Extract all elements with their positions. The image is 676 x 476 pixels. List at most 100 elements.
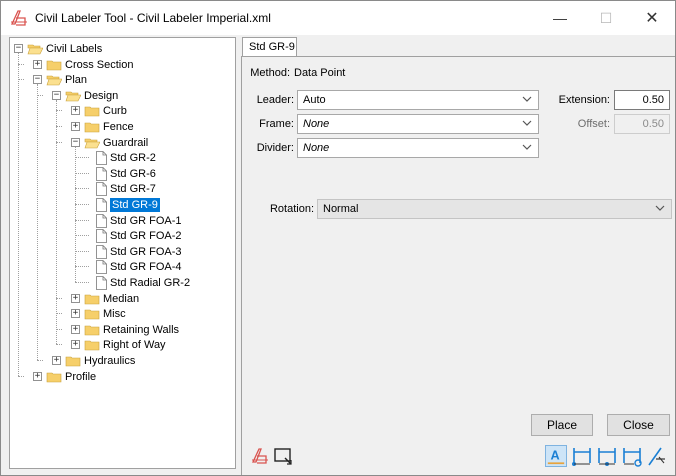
- tree-node[interactable]: Std GR FOA-4: [10, 259, 235, 275]
- offset-input[interactable]: 0.50: [614, 114, 670, 134]
- dimension-right-icon[interactable]: [621, 445, 643, 467]
- tree-node-label: Std Radial GR-2: [110, 277, 191, 289]
- tree-node-label: Std GR FOA-1: [110, 214, 182, 227]
- document-icon: [96, 166, 107, 181]
- expand-icon[interactable]: +: [71, 340, 80, 350]
- collapse-icon[interactable]: −: [71, 137, 80, 147]
- offset-label: Offset:: [577, 118, 610, 130]
- label-tree[interactable]: − Civil Labels + Cross Section − Plan − Design +…: [9, 37, 236, 469]
- folder-open-icon: [84, 138, 100, 148]
- collapse-icon[interactable]: −: [33, 75, 42, 85]
- extension-label: Extension:: [558, 94, 610, 106]
- labeler-window: Civil Labeler Tool - Civil Labeler Imper…: [0, 0, 676, 476]
- tree-node[interactable]: Std GR FOA-1: [10, 213, 235, 229]
- tree-node[interactable]: + Right of Way: [10, 337, 235, 353]
- tree-node[interactable]: + Misc: [10, 306, 235, 322]
- tree-node[interactable]: Std GR-7: [10, 181, 235, 197]
- tree-node[interactable]: + Fence: [10, 119, 235, 135]
- tree-node[interactable]: Std GR-9: [10, 197, 235, 213]
- tree-node-label: Curb: [103, 105, 127, 118]
- expand-icon[interactable]: +: [52, 356, 61, 365]
- minimize-button[interactable]: —: [537, 1, 583, 35]
- leader-dropdown[interactable]: Auto: [297, 90, 539, 110]
- leader-value: Auto: [303, 94, 326, 106]
- document-icon: [96, 182, 107, 197]
- folder-icon: [84, 341, 100, 351]
- close-window-button[interactable]: ✕: [629, 1, 675, 35]
- tree-node[interactable]: − Plan: [10, 72, 235, 88]
- document-icon: [96, 198, 107, 212]
- rotation-dropdown[interactable]: Normal: [317, 199, 672, 219]
- tree-node[interactable]: Std GR FOA-3: [10, 244, 235, 260]
- chevron-down-icon: [655, 205, 665, 211]
- rotation-value: Normal: [323, 203, 359, 215]
- tree-node[interactable]: Std GR-6: [10, 166, 235, 182]
- expand-icon[interactable]: +: [71, 122, 80, 131]
- tree-node[interactable]: − Guardrail: [10, 135, 235, 151]
- tree-node[interactable]: + Cross Section: [10, 57, 235, 73]
- folder-open-icon: [65, 91, 81, 102]
- dimension-between-icon[interactable]: [596, 445, 618, 467]
- tab-std-gr-9[interactable]: Std GR-9: [242, 37, 297, 57]
- chevron-down-icon: [522, 120, 532, 126]
- expand-icon[interactable]: +: [71, 293, 80, 303]
- document-icon: [96, 260, 107, 275]
- tree-node-label: Std GR FOA-2: [110, 230, 182, 243]
- tree-node-label: Profile: [65, 370, 97, 383]
- tree-node[interactable]: Std GR FOA-2: [10, 228, 235, 244]
- tree-node[interactable]: + Hydraulics: [10, 353, 235, 369]
- extension-input[interactable]: 0.50: [614, 90, 670, 110]
- close-button[interactable]: Close: [607, 414, 670, 436]
- place-button[interactable]: Place: [531, 414, 593, 436]
- tree-node-label: Misc: [103, 308, 126, 321]
- tree-node[interactable]: Std GR-2: [10, 150, 235, 166]
- dimension-left-icon[interactable]: [571, 445, 593, 467]
- tree-node[interactable]: + Profile: [10, 369, 235, 385]
- maximize-button[interactable]: ☐: [583, 1, 629, 35]
- folder-icon: [84, 107, 100, 117]
- tree-node-label: Right of Way: [103, 339, 166, 352]
- tree-node-label: Hydraulics: [84, 355, 136, 367]
- method-label: Method:: [250, 67, 290, 79]
- tree-node-label: Design: [84, 89, 119, 102]
- frame-label: Frame:: [259, 118, 294, 130]
- frame-dropdown[interactable]: None: [297, 114, 539, 134]
- labeler-pick-icon[interactable]: [250, 446, 270, 466]
- text-label-icon[interactable]: A: [545, 445, 567, 467]
- expand-icon[interactable]: +: [33, 371, 42, 381]
- frame-value: None: [303, 118, 330, 130]
- expand-icon[interactable]: +: [71, 309, 80, 319]
- chevron-down-icon: [522, 144, 532, 150]
- tree-node[interactable]: Std Radial GR-2: [10, 275, 235, 291]
- label-properties-panel: Method: Data Point Leader: Auto Frame: N…: [241, 56, 675, 475]
- tree-node-label: Std GR FOA-4: [110, 261, 182, 274]
- collapse-icon[interactable]: −: [52, 90, 61, 100]
- document-icon: [96, 276, 107, 290]
- expand-icon[interactable]: +: [33, 59, 42, 69]
- tree-node[interactable]: + Median: [10, 291, 235, 307]
- expand-icon[interactable]: +: [71, 106, 80, 116]
- title-bar[interactable]: Civil Labeler Tool - Civil Labeler Imper…: [1, 1, 675, 35]
- tree-node[interactable]: − Design: [10, 88, 235, 104]
- document-icon: [96, 213, 107, 228]
- folder-open-icon: [27, 44, 43, 55]
- tree-node-label: Std GR FOA-3: [110, 245, 182, 258]
- slope-label-icon[interactable]: [646, 445, 668, 467]
- tree-node[interactable]: + Curb: [10, 103, 235, 119]
- tree-node-label: Std GR-6: [110, 167, 156, 180]
- expand-icon[interactable]: +: [71, 324, 80, 334]
- folder-open-icon: [46, 75, 62, 86]
- chevron-down-icon: [522, 96, 532, 102]
- divider-dropdown[interactable]: None: [297, 138, 539, 158]
- folder-icon: [46, 372, 62, 382]
- tree-node[interactable]: − Civil Labels: [10, 41, 235, 57]
- collapse-icon[interactable]: −: [14, 44, 23, 53]
- method-value: Data Point: [294, 67, 346, 79]
- folder-icon: [46, 60, 62, 70]
- window-select-icon[interactable]: [273, 447, 293, 465]
- tree-node-label-selected: Std GR-9: [110, 198, 160, 212]
- rotation-label: Rotation:: [269, 203, 314, 215]
- leader-label: Leader:: [256, 94, 294, 106]
- divider-value: None: [303, 142, 330, 154]
- tree-node[interactable]: + Retaining Walls: [10, 322, 235, 338]
